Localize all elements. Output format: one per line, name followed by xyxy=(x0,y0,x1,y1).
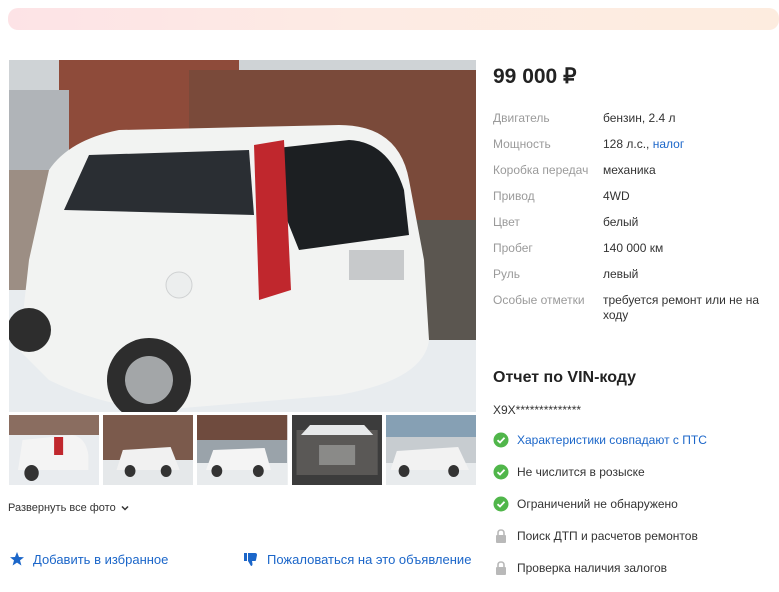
spec-label: Мощность xyxy=(493,137,551,151)
star-icon xyxy=(10,552,24,566)
power-value: 128 л.с., xyxy=(603,137,650,151)
specs-table: Двигатель бензин, 2.4 л Мощность 128 л.с… xyxy=(493,111,779,334)
thumbs-down-icon xyxy=(244,553,257,566)
spec-label: Цвет xyxy=(493,215,520,229)
vin-check-label: Характеристики совпадают с ПТС xyxy=(517,433,707,447)
spec-row: Особые отметки требуется ремонт или не н… xyxy=(493,293,779,323)
tax-link[interactable]: налог xyxy=(653,137,685,151)
thumbnail[interactable] xyxy=(197,415,288,485)
spec-label: Коробка передач xyxy=(493,163,589,177)
spec-value: 4WD xyxy=(603,189,630,203)
vin-check-item[interactable]: Характеристики совпадают с ПТС xyxy=(493,432,707,448)
price: 99 000 ₽ xyxy=(493,65,577,88)
spec-row: Коробка передач механика xyxy=(493,163,779,178)
thumbnail[interactable] xyxy=(103,415,194,485)
report-label: Пожаловаться на это объявление xyxy=(267,551,472,567)
car-photo-image xyxy=(9,60,476,412)
vin-check-item: Ограничений не обнаружено xyxy=(493,496,707,512)
spec-label: Пробег xyxy=(493,241,533,255)
thumbnail[interactable] xyxy=(291,415,382,485)
spec-value: белый xyxy=(603,215,639,229)
spec-value: 128 л.с., налог xyxy=(603,137,684,152)
add-to-favorites-link[interactable]: Добавить в избранное xyxy=(9,551,168,567)
photo-thumbnails xyxy=(9,415,477,485)
vin-check-item: Проверка наличия залогов xyxy=(493,560,707,576)
lock-icon xyxy=(496,561,506,575)
vin-check-label: Не числится в розыске xyxy=(517,465,645,479)
vin-check-label: Поиск ДТП и расчетов ремонтов xyxy=(517,529,698,543)
spec-row: Привод 4WD xyxy=(493,189,779,204)
spec-row: Руль левый xyxy=(493,267,779,282)
top-banner xyxy=(8,8,779,30)
expand-label: Развернуть все фото xyxy=(8,502,116,514)
spec-label: Привод xyxy=(493,189,535,203)
check-circle-icon xyxy=(493,464,509,480)
spec-label: Двигатель xyxy=(493,111,550,125)
vin-code: X9X************** xyxy=(493,403,582,417)
spec-label: Руль xyxy=(493,267,520,281)
expand-all-photos-link[interactable]: Развернуть все фото xyxy=(8,502,130,514)
spec-row: Мощность 128 л.с., налог xyxy=(493,137,779,152)
thumbnail[interactable] xyxy=(385,415,477,485)
spec-value: 140 000 км xyxy=(603,241,664,255)
spec-row: Цвет белый xyxy=(493,215,779,230)
report-listing-link[interactable]: Пожаловаться на это объявление xyxy=(243,551,471,567)
check-circle-icon xyxy=(493,496,509,512)
vin-check-item: Поиск ДТП и расчетов ремонтов xyxy=(493,528,707,544)
main-car-photo[interactable] xyxy=(9,60,476,412)
spec-label: Особые отметки xyxy=(493,293,585,307)
vin-report-title: Отчет по VIN-коду xyxy=(493,369,637,386)
check-circle-icon xyxy=(493,432,509,448)
spec-value: механика xyxy=(603,163,656,177)
spec-row: Двигатель бензин, 2.4 л xyxy=(493,111,779,126)
favorite-label: Добавить в избранное xyxy=(33,551,169,567)
thumbnail[interactable] xyxy=(9,415,100,485)
spec-value: левый xyxy=(603,267,639,281)
spec-value: требуется ремонт или не на ходу xyxy=(603,293,760,322)
spec-row: Пробег 140 000 км xyxy=(493,241,779,256)
vin-checks-list: Характеристики совпадают с ПТС Не числит… xyxy=(493,432,707,592)
vin-check-label: Ограничений не обнаружено xyxy=(517,497,678,511)
chevron-down-icon xyxy=(121,505,129,511)
lock-icon xyxy=(496,529,506,543)
vin-check-item: Не числится в розыске xyxy=(493,464,707,480)
spec-value: бензин, 2.4 л xyxy=(603,111,676,125)
